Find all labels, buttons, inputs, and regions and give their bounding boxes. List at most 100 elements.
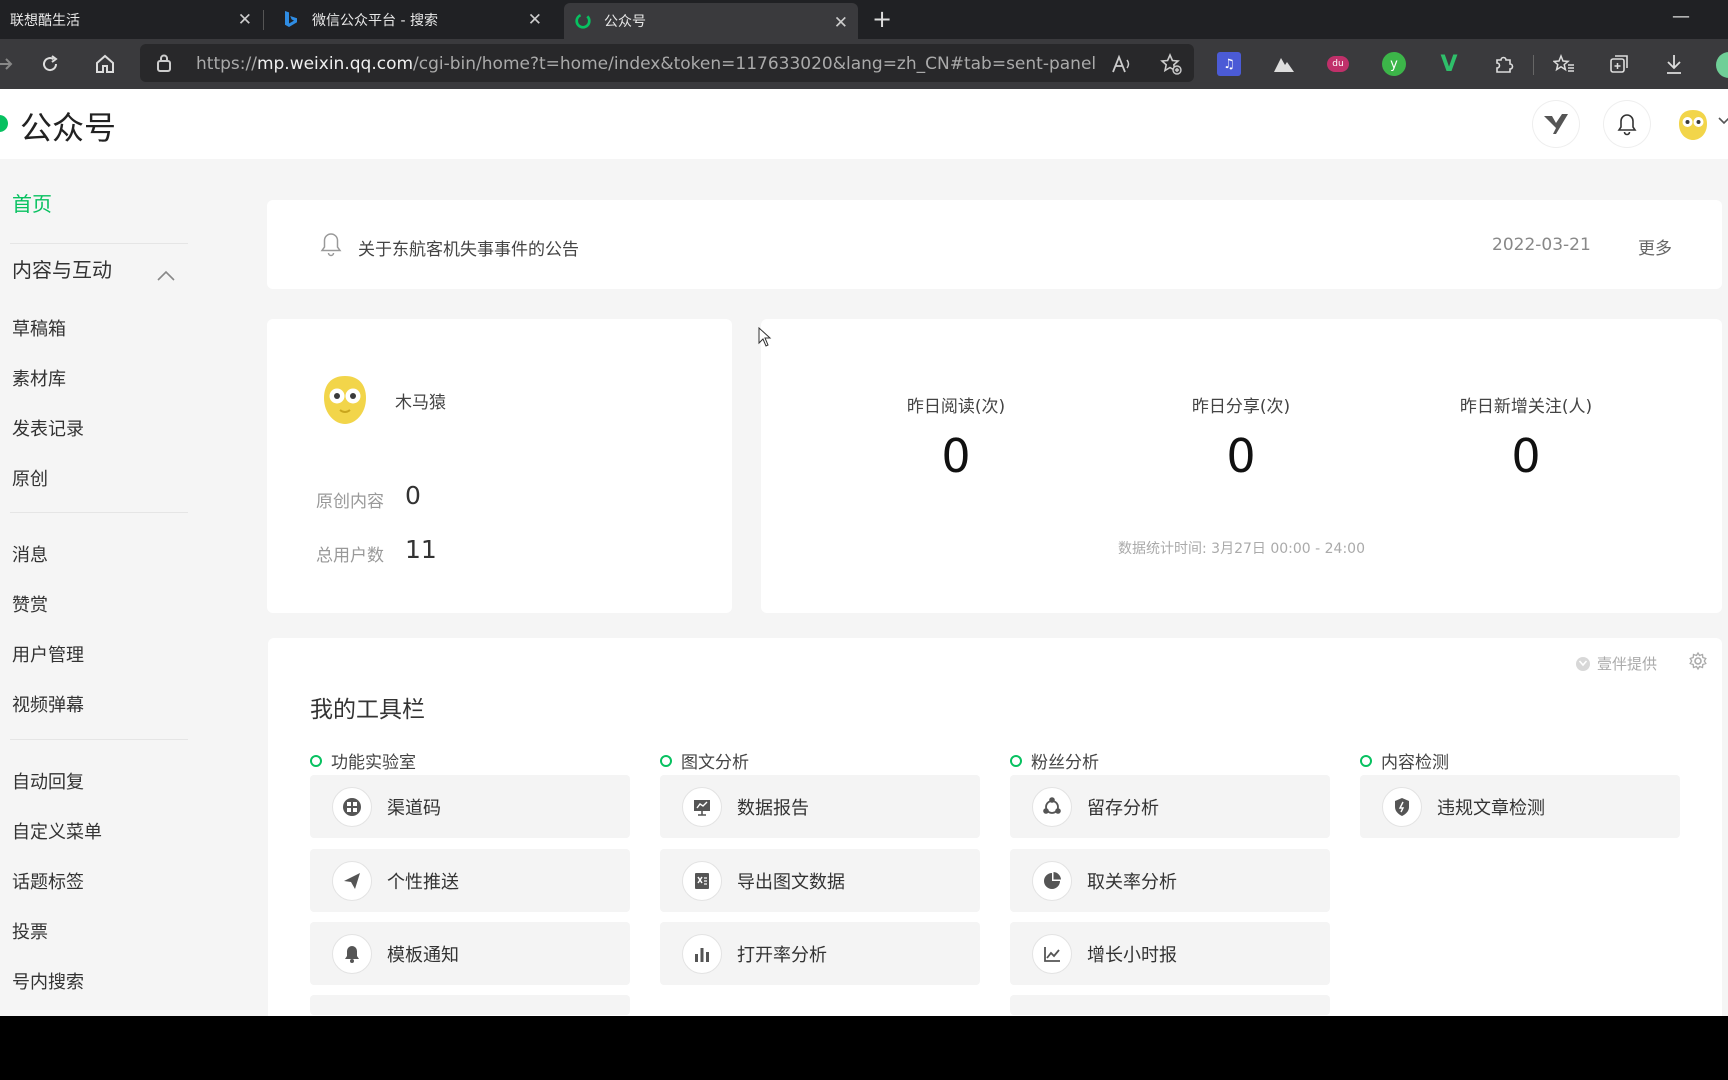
yiban-badge-icon (1576, 656, 1590, 671)
group-header-lab: 功能实验室 (310, 748, 416, 773)
sidebar-item-users[interactable]: 用户管理 (12, 641, 84, 667)
tool-violation-check[interactable]: 违规文章检测 (1360, 775, 1680, 838)
account-avatar (322, 374, 368, 430)
chevron-down-icon[interactable] (1718, 113, 1728, 129)
sidebar-item-original[interactable]: 原创 (12, 465, 48, 491)
sidebar-item-messages[interactable]: 消息 (12, 541, 48, 567)
tab-bing-search[interactable]: 微信公众平台 - 搜索 ✕ (272, 0, 552, 39)
browser-tab-bar: 联想酷生活 ✕ 微信公众平台 - 搜索 ✕ 公众号 ✕ + — (0, 0, 1728, 39)
group-header-content-check: 内容检测 (1360, 748, 1449, 773)
circle-icon (310, 754, 322, 767)
notification-bell-icon[interactable] (1604, 101, 1650, 147)
metric-label-shares: 昨日分享(次) (1191, 397, 1291, 417)
favorites-icon[interactable] (1552, 52, 1576, 76)
extension-v-icon[interactable]: V (1437, 52, 1461, 77)
wechat-mp-icon (574, 12, 592, 30)
mouse-cursor-icon (758, 326, 772, 351)
tab-gongzhonghao[interactable]: 公众号 ✕ (564, 3, 858, 39)
close-icon[interactable]: ✕ (528, 10, 542, 30)
add-favorite-icon[interactable] (1159, 52, 1183, 76)
tool-channel-qrcode[interactable]: 渠道码 (310, 775, 630, 838)
account-avatar[interactable] (1677, 108, 1709, 146)
tool-row-partial (1010, 995, 1330, 1015)
close-icon[interactable]: ✕ (834, 13, 848, 33)
account-card: 木马猿 原创内容 0 总用户数 11 (267, 319, 732, 613)
profile-avatar-icon[interactable] (1716, 52, 1728, 78)
bell-icon (332, 933, 372, 974)
home-icon[interactable] (92, 51, 118, 77)
tab-lenovo[interactable]: 联想酷生活 ✕ (0, 0, 262, 39)
sidebar-item-vote[interactable]: 投票 (12, 918, 48, 944)
sidebar-divider (10, 243, 188, 244)
metric-value-shares: 0 (1226, 429, 1256, 483)
circle-icon (1360, 754, 1372, 767)
address-bar[interactable]: https://mp.weixin.qq.com/cgi-bin/home?t=… (140, 44, 1194, 82)
sidebar-item-published[interactable]: 发表记录 (12, 415, 84, 441)
url-text: https://mp.weixin.qq.com/cgi-bin/home?t=… (196, 54, 1097, 74)
tool-data-report[interactable]: 数据报告 (660, 775, 980, 838)
sidebar: 首页 内容与互动 草稿箱 素材库 发表记录 原创 消息 赞赏 用户管理 视频弹幕… (0, 159, 190, 1016)
sidebar-section-content[interactable]: 内容与互动 (12, 254, 112, 283)
toolbar-title: 我的工具栏 (310, 697, 425, 723)
extension-du-icon[interactable]: du (1327, 56, 1349, 72)
bar-chart-icon (682, 933, 722, 974)
bing-icon (282, 10, 300, 29)
collections-icon[interactable] (1607, 52, 1631, 76)
browser-toolbar: https://mp.weixin.qq.com/cgi-bin/home?t=… (0, 39, 1728, 89)
tool-export-article-data[interactable]: 导出图文数据 (660, 849, 980, 912)
circle-icon (660, 754, 672, 767)
sidebar-item-appreciation[interactable]: 赞赏 (12, 591, 48, 617)
sidebar-divider (10, 739, 188, 740)
bell-icon (319, 231, 343, 261)
metric-label-new-followers: 昨日新增关注(人) (1459, 397, 1593, 417)
total-users-count: 11 (405, 535, 437, 564)
brand-title[interactable]: 公众号 (20, 103, 116, 149)
metric-value-reads: 0 (941, 429, 971, 483)
screen-letterbox (0, 1016, 1728, 1080)
announcement-link[interactable]: 关于东航客机失事事件的公告 (358, 235, 579, 260)
tool-open-rate-analysis[interactable]: 打开率分析 (660, 922, 980, 985)
sidebar-item-topic-tags[interactable]: 话题标签 (12, 868, 84, 894)
extensions-puzzle-icon[interactable] (1492, 52, 1516, 76)
minimize-button[interactable]: — (1672, 6, 1690, 27)
tab-title: 公众号 (604, 14, 646, 30)
extension-mountain-icon[interactable] (1272, 52, 1296, 76)
extension-y-icon[interactable]: y (1382, 52, 1406, 76)
gear-icon[interactable] (1688, 651, 1708, 675)
tab-divider (263, 10, 264, 30)
announcement-date: 2022-03-21 (1492, 235, 1591, 255)
lock-icon[interactable] (156, 54, 172, 76)
my-toolbar-card: 壹伴提供 我的工具栏 功能实验室 图文分析 粉丝分析 内容检测 渠道码 个性推送… (268, 638, 1722, 1016)
qrcode-icon (332, 786, 372, 827)
downloads-icon[interactable] (1662, 52, 1686, 76)
tool-growth-hourly-report[interactable]: 增长小时报 (1010, 922, 1330, 985)
original-content-label: 原创内容 (316, 492, 384, 512)
close-icon[interactable]: ✕ (238, 10, 252, 30)
original-content-count: 0 (405, 481, 421, 510)
sidebar-item-auto-reply[interactable]: 自动回复 (12, 768, 84, 794)
read-aloud-icon[interactable] (1110, 52, 1134, 76)
sidebar-item-library[interactable]: 素材库 (12, 365, 66, 391)
sidebar-item-custom-menu[interactable]: 自定义菜单 (12, 818, 102, 844)
tool-unfollow-rate-analysis[interactable]: 取关率分析 (1010, 849, 1330, 912)
sidebar-item-in-account-search[interactable]: 号内搜索 (12, 968, 84, 994)
circle-icon (1010, 754, 1022, 767)
forward-icon[interactable] (0, 51, 18, 77)
new-tab-button[interactable]: + (872, 5, 892, 33)
yiban-button[interactable] (1533, 101, 1579, 147)
extension-music-icon[interactable]: ♫ (1217, 52, 1241, 76)
provider-note[interactable]: 壹伴提供 (1575, 653, 1657, 674)
provider-label: 壹伴提供 (1597, 655, 1658, 673)
tool-retention-analysis[interactable]: 留存分析 (1010, 775, 1330, 838)
more-link[interactable]: 更多 (1638, 234, 1672, 259)
sidebar-item-video-danmaku[interactable]: 视频弹幕 (12, 691, 84, 717)
tool-personal-push[interactable]: 个性推送 (310, 849, 630, 912)
toolbar-divider (1533, 55, 1534, 75)
sidebar-item-home[interactable]: 首页 (12, 188, 52, 217)
sidebar-item-drafts[interactable]: 草稿箱 (12, 315, 66, 341)
retention-cycle-icon (1032, 786, 1072, 827)
chevron-up-icon[interactable] (157, 266, 175, 285)
reload-icon[interactable] (37, 51, 63, 77)
yesterday-stats-card: 昨日阅读(次) 0 昨日分享(次) 0 昨日新增关注(人) 0 数据统计时间: … (761, 319, 1722, 613)
tool-template-notice[interactable]: 模板通知 (310, 922, 630, 985)
